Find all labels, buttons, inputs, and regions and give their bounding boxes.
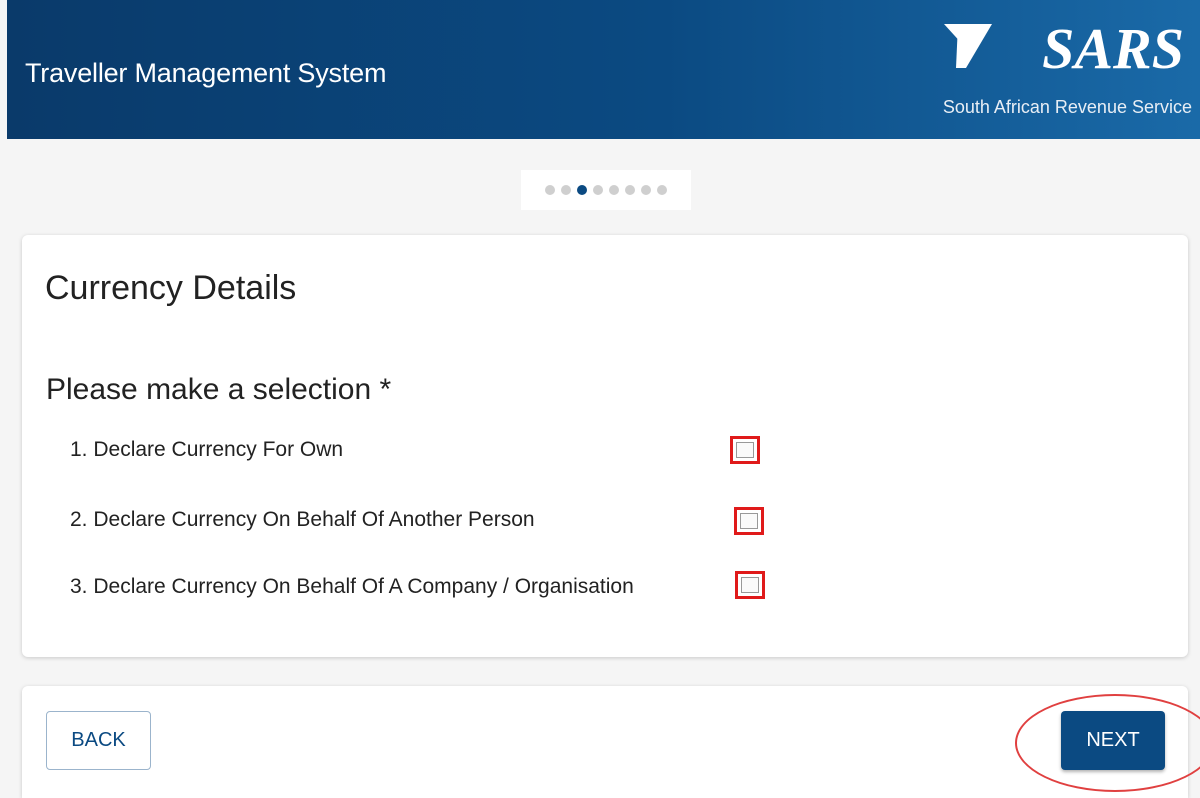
option-label-another-person: 2. Declare Currency On Behalf Of Another… [70,508,535,531]
app-header: Traveller Management System SARS South A… [7,0,1200,139]
step-dot [609,185,619,195]
step-dot [593,185,603,195]
app-title: Traveller Management System [25,58,387,88]
step-dot [545,185,555,195]
logo-subtitle: South African Revenue Service [942,97,1192,117]
section-title: Currency Details [45,269,297,307]
sars-logo: SARS [944,16,1184,76]
navigation-bar: BACK NEXT [22,686,1188,798]
checkbox-declare-company[interactable] [735,571,765,599]
currency-details-card: Currency Details Please make a selection… [22,235,1188,657]
next-highlight-annotation [1015,694,1200,792]
checkbox-declare-own[interactable] [730,436,760,464]
step-dot [641,185,651,195]
checkbox-declare-another-person[interactable] [734,507,764,535]
step-dot-active [577,185,587,195]
step-dot [625,185,635,195]
step-dot [561,185,571,195]
option-label-company: 3. Declare Currency On Behalf Of A Compa… [70,575,634,598]
step-dot [657,185,667,195]
option-label-own: 1. Declare Currency For Own [70,438,344,461]
back-button[interactable]: BACK [46,711,151,770]
selection-prompt: Please make a selection * [46,373,392,406]
progress-stepper [521,170,691,210]
logo-wordmark: SARS [1042,16,1184,76]
